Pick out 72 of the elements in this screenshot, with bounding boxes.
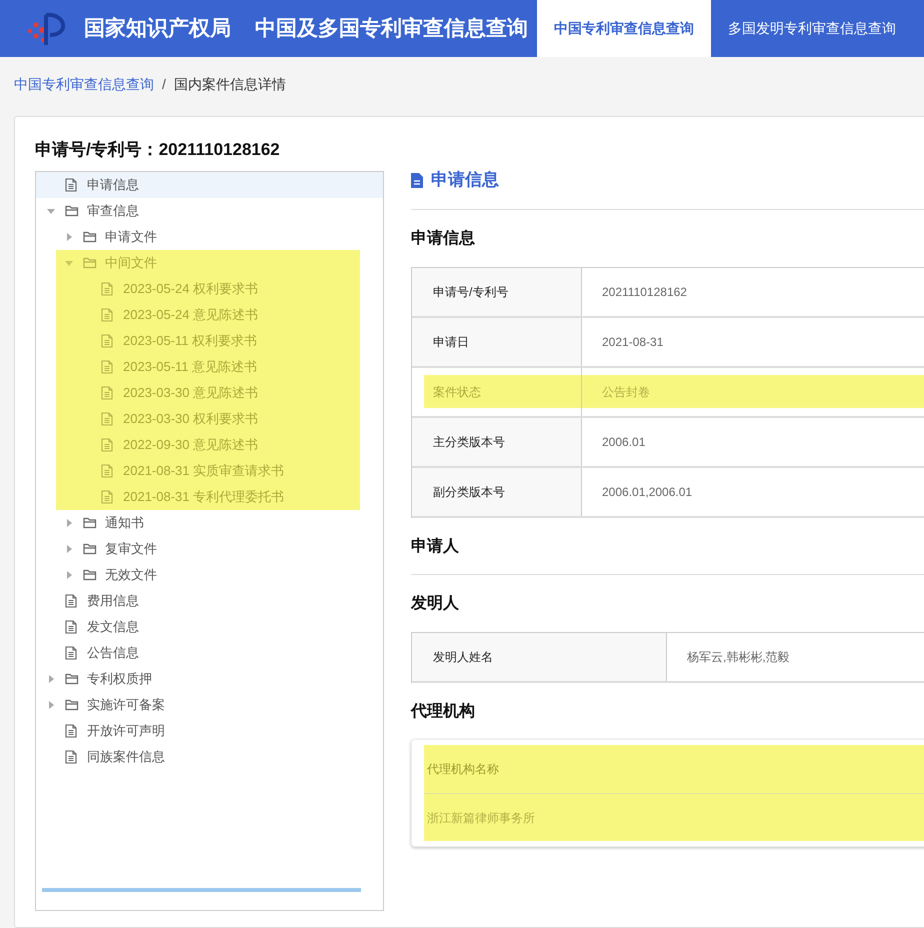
tree-item[interactable]: 通知书	[36, 510, 383, 536]
table-label: 申请日	[412, 318, 582, 366]
tree-item[interactable]: 费用信息	[36, 588, 383, 614]
tree-item[interactable]: 公告信息	[36, 640, 383, 666]
table-label: 申请号/专利号	[412, 268, 582, 316]
section-title: 申请人	[411, 536, 460, 557]
caret-right-icon[interactable]	[65, 571, 73, 579]
breadcrumb-separator: /	[162, 74, 166, 94]
table-label: 副分类版本号	[412, 468, 582, 516]
file-icon	[101, 360, 113, 374]
tree-item[interactable]: 同族案件信息	[36, 744, 383, 770]
breadcrumb-current: 国内案件信息详情	[174, 74, 286, 94]
card-header-text: 代理机构名称	[426, 761, 500, 778]
tree-item[interactable]: 审查信息	[36, 198, 383, 224]
folder-icon	[65, 673, 79, 685]
folder-icon	[65, 205, 79, 217]
site-title: 中国及多国专利审查信息查询	[255, 16, 528, 42]
nav-tab[interactable]: 多国发明专利审查信息查询	[711, 0, 913, 57]
table-cell-text: 2021110128162	[601, 284, 688, 301]
card-value-text: 浙江新篇律师事务所	[424, 793, 924, 841]
file-icon	[65, 750, 77, 764]
file-icon	[65, 620, 77, 634]
site-name: 国家知识产权局	[84, 16, 231, 42]
tree-item[interactable]: 发文信息	[36, 614, 383, 640]
tree-item[interactable]: 专利权质押	[36, 666, 383, 692]
caret-right-icon[interactable]	[65, 545, 73, 553]
file-icon	[101, 490, 113, 504]
file-icon	[101, 334, 113, 348]
folder-icon	[65, 699, 79, 711]
file-icon	[101, 438, 113, 452]
nav-tab[interactable]: 中国专利审查信息查询	[537, 0, 711, 57]
tree-item[interactable]: 开放许可声明	[36, 718, 383, 744]
tree-item[interactable]: 申请信息	[36, 172, 383, 198]
table-cell-text: 2006.01	[601, 434, 646, 451]
tree-item[interactable]: 申请文件	[36, 224, 383, 250]
folder-icon	[83, 257, 97, 269]
file-icon	[65, 594, 77, 608]
tree-item[interactable]: 无效文件	[36, 562, 383, 588]
tree-item[interactable]: 实施许可备案	[36, 692, 383, 718]
table-label: 发明人姓名	[412, 633, 667, 681]
file-icon	[101, 282, 113, 296]
caret-right-icon[interactable]	[47, 701, 55, 709]
folder-icon	[83, 543, 97, 555]
file-icon	[101, 308, 113, 322]
caret-down-icon[interactable]	[47, 207, 55, 215]
section-title: 代理机构	[411, 702, 476, 722]
table-label: 主分类版本号	[412, 418, 582, 466]
table-cell-text: 2021-08-31	[601, 334, 664, 351]
file-icon	[65, 178, 77, 192]
section-title: 申请信息	[411, 228, 476, 249]
tree-item[interactable]: 复审文件	[36, 536, 383, 562]
caret-right-icon[interactable]	[65, 233, 73, 241]
file-icon	[65, 724, 77, 738]
file-icon	[101, 386, 113, 400]
section-title: 发明人	[411, 594, 460, 614]
table-label: 案件状态	[412, 368, 582, 416]
caret-right-icon[interactable]	[47, 675, 55, 683]
file-icon	[65, 646, 77, 660]
table-cell-text: 公告封卷	[601, 384, 651, 401]
file-icon	[101, 464, 113, 478]
document-icon	[411, 172, 423, 188]
caret-down-icon[interactable]	[65, 259, 73, 267]
table-cell-text: 杨军云,韩彬彬,范毅	[686, 649, 791, 666]
folder-icon	[83, 517, 97, 529]
folder-icon	[83, 569, 97, 581]
panel-title: 申请信息	[431, 169, 499, 192]
case-number-heading: 申请号/专利号：2021110128162	[35, 139, 281, 161]
caret-right-icon[interactable]	[65, 519, 73, 527]
breadcrumb-link[interactable]: 中国专利审查信息查询	[14, 74, 154, 94]
folder-icon	[83, 231, 97, 243]
file-icon	[101, 412, 113, 426]
table-cell-text: 2006.01,2006.01	[601, 484, 694, 501]
